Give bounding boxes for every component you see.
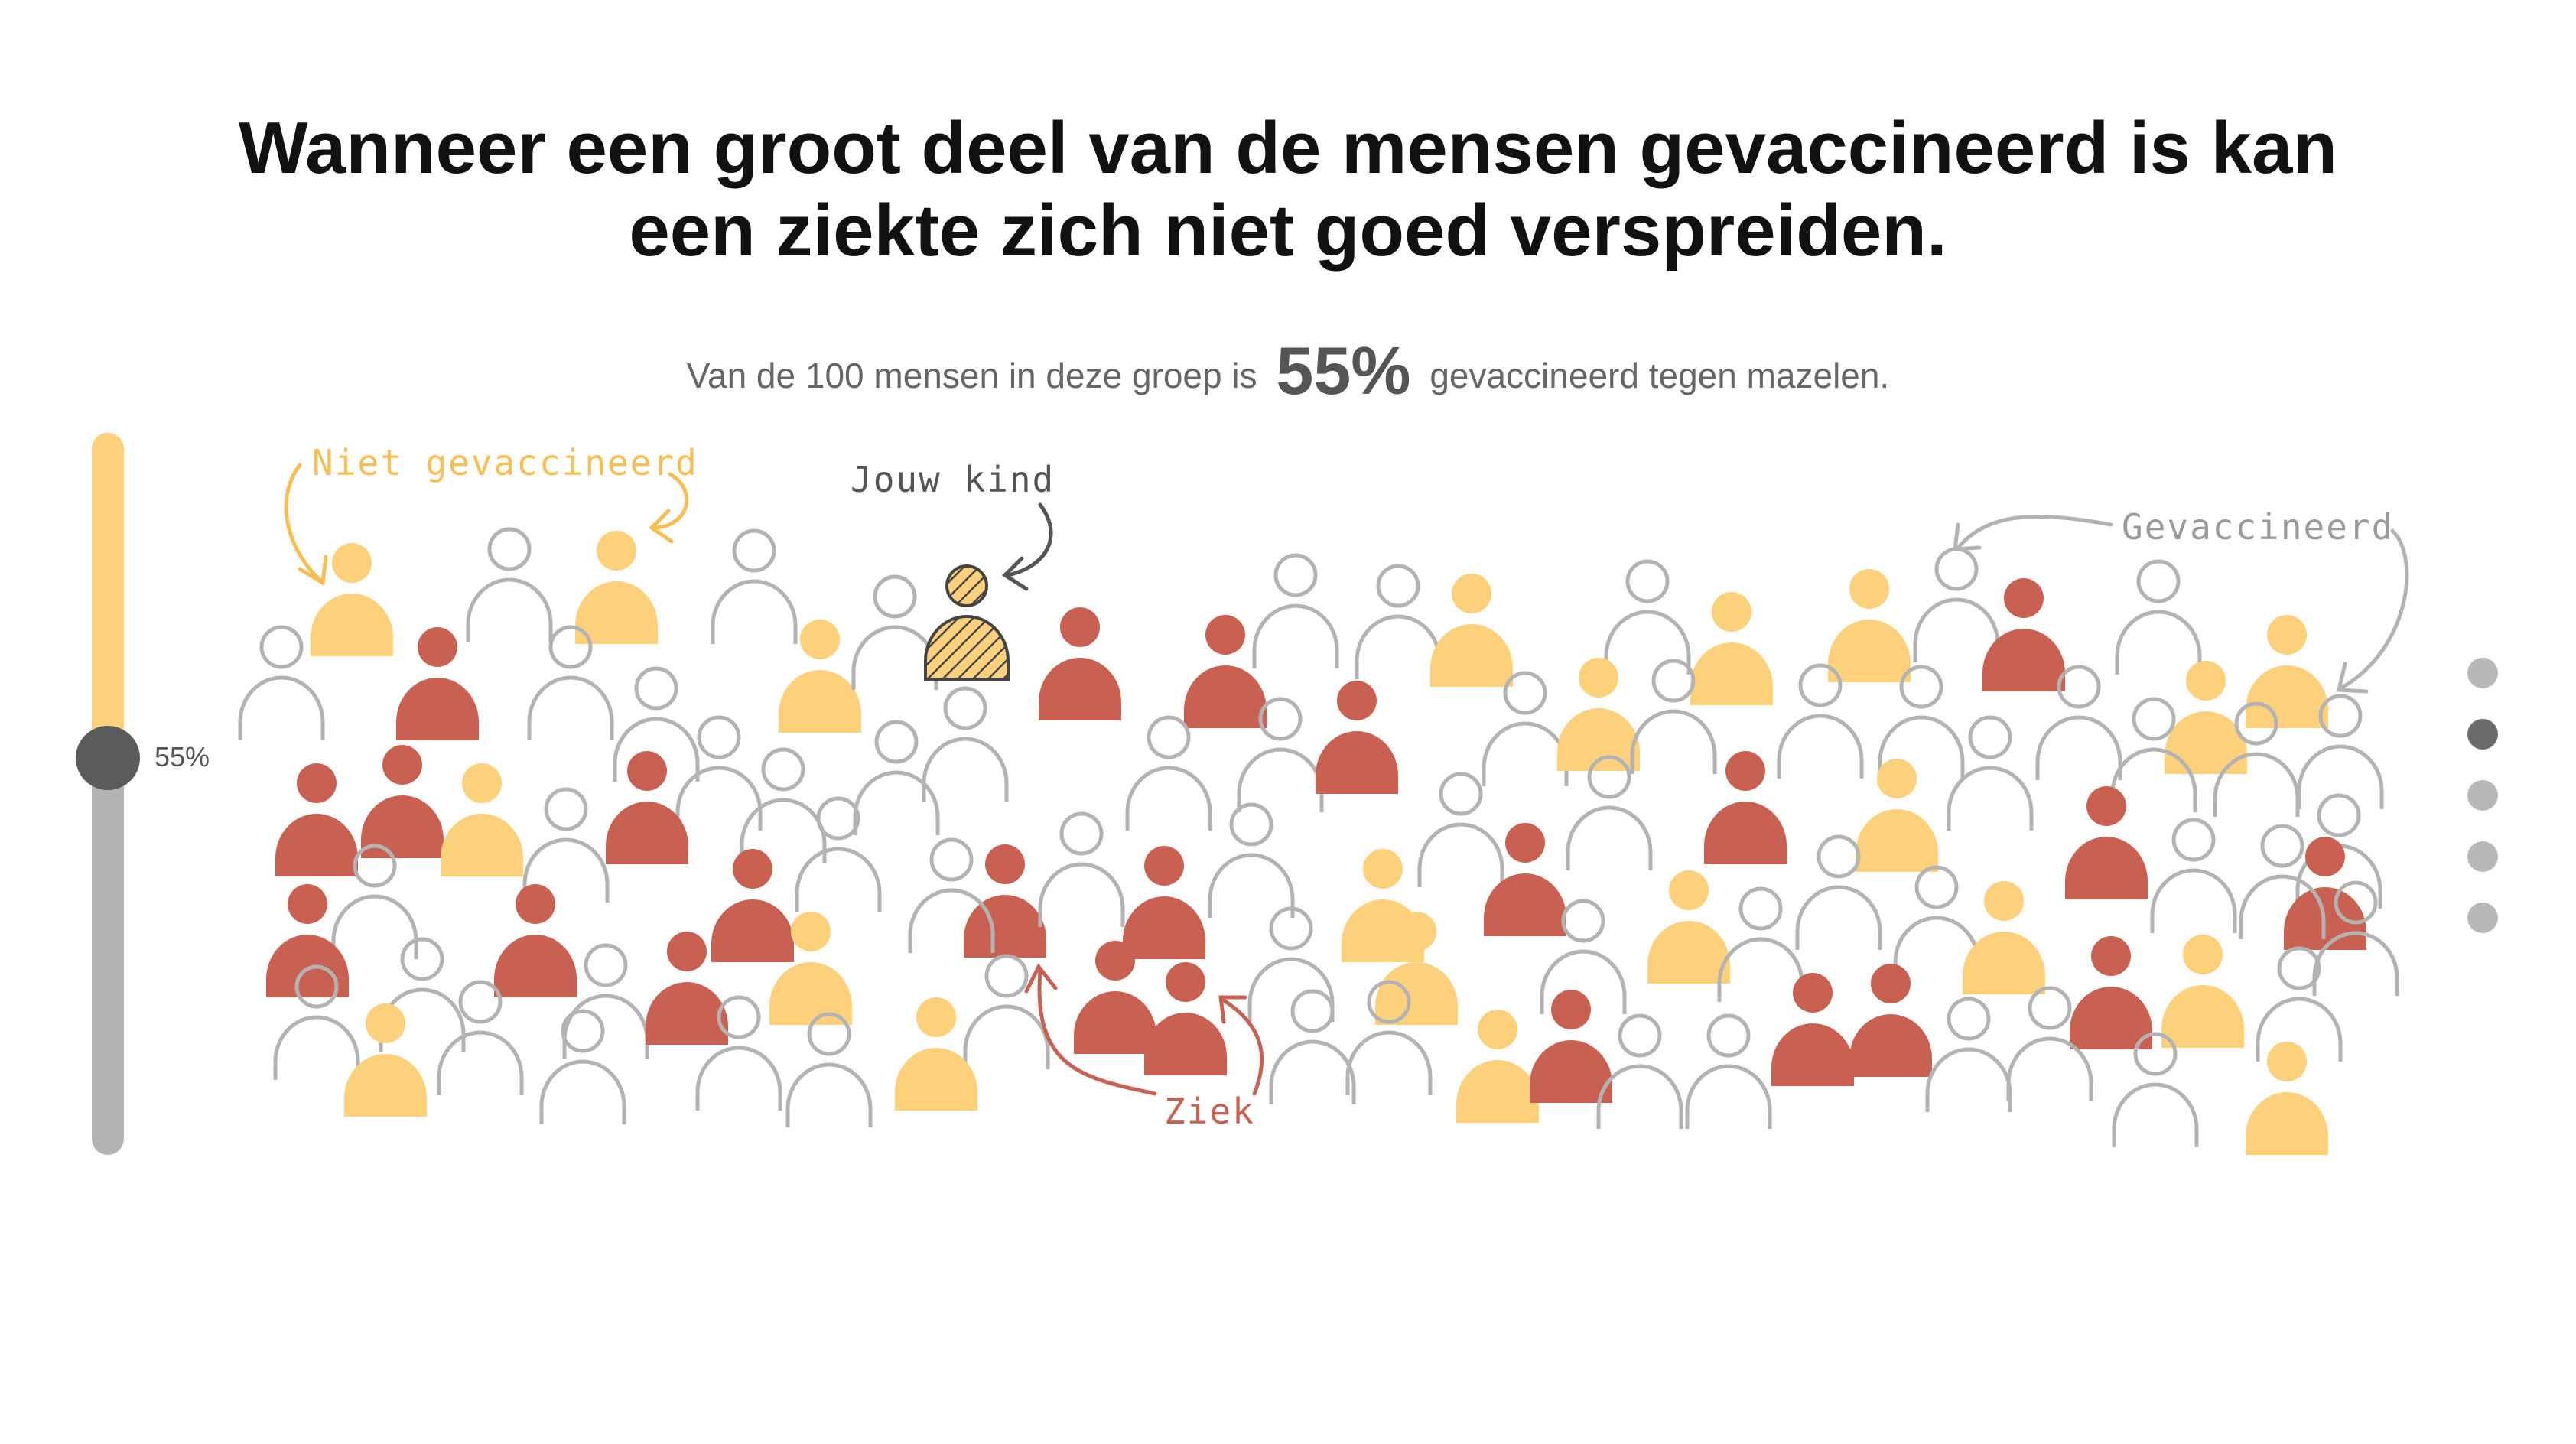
vaccinated-person-icon bbox=[740, 747, 827, 863]
vaccinated-person-icon bbox=[562, 943, 649, 1059]
vaccinated-person-icon bbox=[711, 528, 798, 644]
vaccinated-person-icon bbox=[2115, 559, 2202, 675]
label-vaccinated: Gevaccineerd bbox=[2122, 506, 2395, 548]
vaccinated-person-icon bbox=[437, 980, 524, 1095]
vaccinated-person-icon bbox=[1685, 1013, 1772, 1129]
not-vaccinated-person-icon bbox=[1828, 569, 1911, 682]
vaccinated-person-icon bbox=[2112, 1032, 2199, 1147]
vaccinated-person-icon bbox=[2256, 946, 2343, 1062]
vaccinated-person-icon bbox=[238, 625, 325, 740]
sick-person-icon bbox=[1849, 964, 1932, 1077]
vaccinated-person-icon bbox=[1208, 802, 1295, 918]
not-vaccinated-person-icon bbox=[1856, 759, 1938, 872]
not-vaccinated-person-icon bbox=[1963, 881, 2045, 994]
vaccinated-person-icon bbox=[539, 1009, 626, 1124]
label-your-child: Jouw kind bbox=[851, 459, 1055, 500]
sick-person-icon bbox=[396, 627, 479, 740]
sick-person-icon bbox=[1144, 962, 1227, 1075]
vaccinated-person-icon bbox=[1038, 811, 1125, 927]
not-vaccinated-person-icon bbox=[441, 763, 523, 876]
population-crowd bbox=[238, 463, 2409, 1155]
not-vaccinated-person-icon bbox=[311, 543, 393, 656]
not-vaccinated-person-icon bbox=[1557, 658, 1640, 771]
vaccinated-person-icon bbox=[1482, 671, 1569, 786]
sick-person-icon bbox=[1184, 615, 1267, 728]
sick-person-icon bbox=[361, 745, 444, 858]
vaccinated-person-icon bbox=[466, 527, 553, 642]
not-vaccinated-person-icon bbox=[2246, 615, 2328, 728]
sick-person-icon bbox=[494, 884, 577, 997]
vaccinated-person-icon bbox=[1777, 663, 1864, 779]
vaccinated-person-icon bbox=[1925, 997, 2012, 1112]
sick-person-icon bbox=[1316, 681, 1398, 794]
vaccinated-person-icon bbox=[922, 686, 1009, 802]
vaccinated-person-icon bbox=[1252, 553, 1339, 668]
not-vaccinated-person-icon bbox=[1690, 592, 1773, 705]
sick-person-icon bbox=[1039, 607, 1121, 720]
sick-person-icon bbox=[1982, 578, 2065, 691]
sick-person-icon bbox=[711, 849, 794, 962]
vaccinated-person-icon bbox=[1125, 715, 1212, 831]
label-sick: Ziek bbox=[1164, 1091, 1255, 1132]
not-vaccinated-person-icon bbox=[779, 620, 861, 733]
vaccinated-person-icon bbox=[1269, 989, 1356, 1104]
not-vaccinated-person-icon bbox=[1456, 1010, 1539, 1123]
not-vaccinated-person-icon bbox=[1647, 870, 1730, 984]
vaccinated-person-icon bbox=[1247, 906, 1335, 1022]
not-vaccinated-person-icon bbox=[1430, 574, 1513, 687]
sick-person-icon bbox=[1123, 846, 1205, 959]
people-group bbox=[238, 527, 2399, 1155]
sick-person-icon bbox=[1771, 973, 1854, 1086]
vaccinated-person-icon bbox=[1566, 755, 1653, 870]
sick-person-icon bbox=[1484, 823, 1566, 936]
vaccinated-person-icon bbox=[851, 574, 938, 690]
vaccinated-person-icon bbox=[1717, 886, 1804, 1002]
vaccinated-person-icon bbox=[1355, 564, 1442, 679]
your-child-icon bbox=[924, 564, 1010, 681]
vaccinated-person-icon bbox=[675, 715, 763, 831]
sick-person-icon bbox=[2065, 786, 2148, 899]
vaccinated-person-icon bbox=[1596, 1013, 1683, 1129]
vaccinated-arrow-right-icon bbox=[2338, 528, 2409, 691]
not-vaccinated-person-icon bbox=[575, 531, 658, 644]
not-vaccinated-person-icon bbox=[2161, 935, 2244, 1048]
sick-person-icon bbox=[2070, 936, 2152, 1049]
label-not-vaccinated: Niet gevaccineerd bbox=[312, 442, 698, 483]
vaccinated-person-icon bbox=[785, 1012, 873, 1127]
vaccinated-person-icon bbox=[1604, 559, 1691, 675]
sick-arrow-right-icon bbox=[1221, 998, 1264, 1096]
sick-person-icon bbox=[275, 763, 358, 876]
vaccinated-arrow-top-icon bbox=[1956, 515, 2113, 550]
vaccinated-person-icon bbox=[1417, 772, 1504, 887]
vaccinated-person-icon bbox=[2150, 818, 2237, 933]
vaccinated-person-icon bbox=[1913, 547, 2000, 662]
vaccinated-person-icon bbox=[527, 625, 614, 740]
vaccinated-person-icon bbox=[795, 796, 882, 912]
